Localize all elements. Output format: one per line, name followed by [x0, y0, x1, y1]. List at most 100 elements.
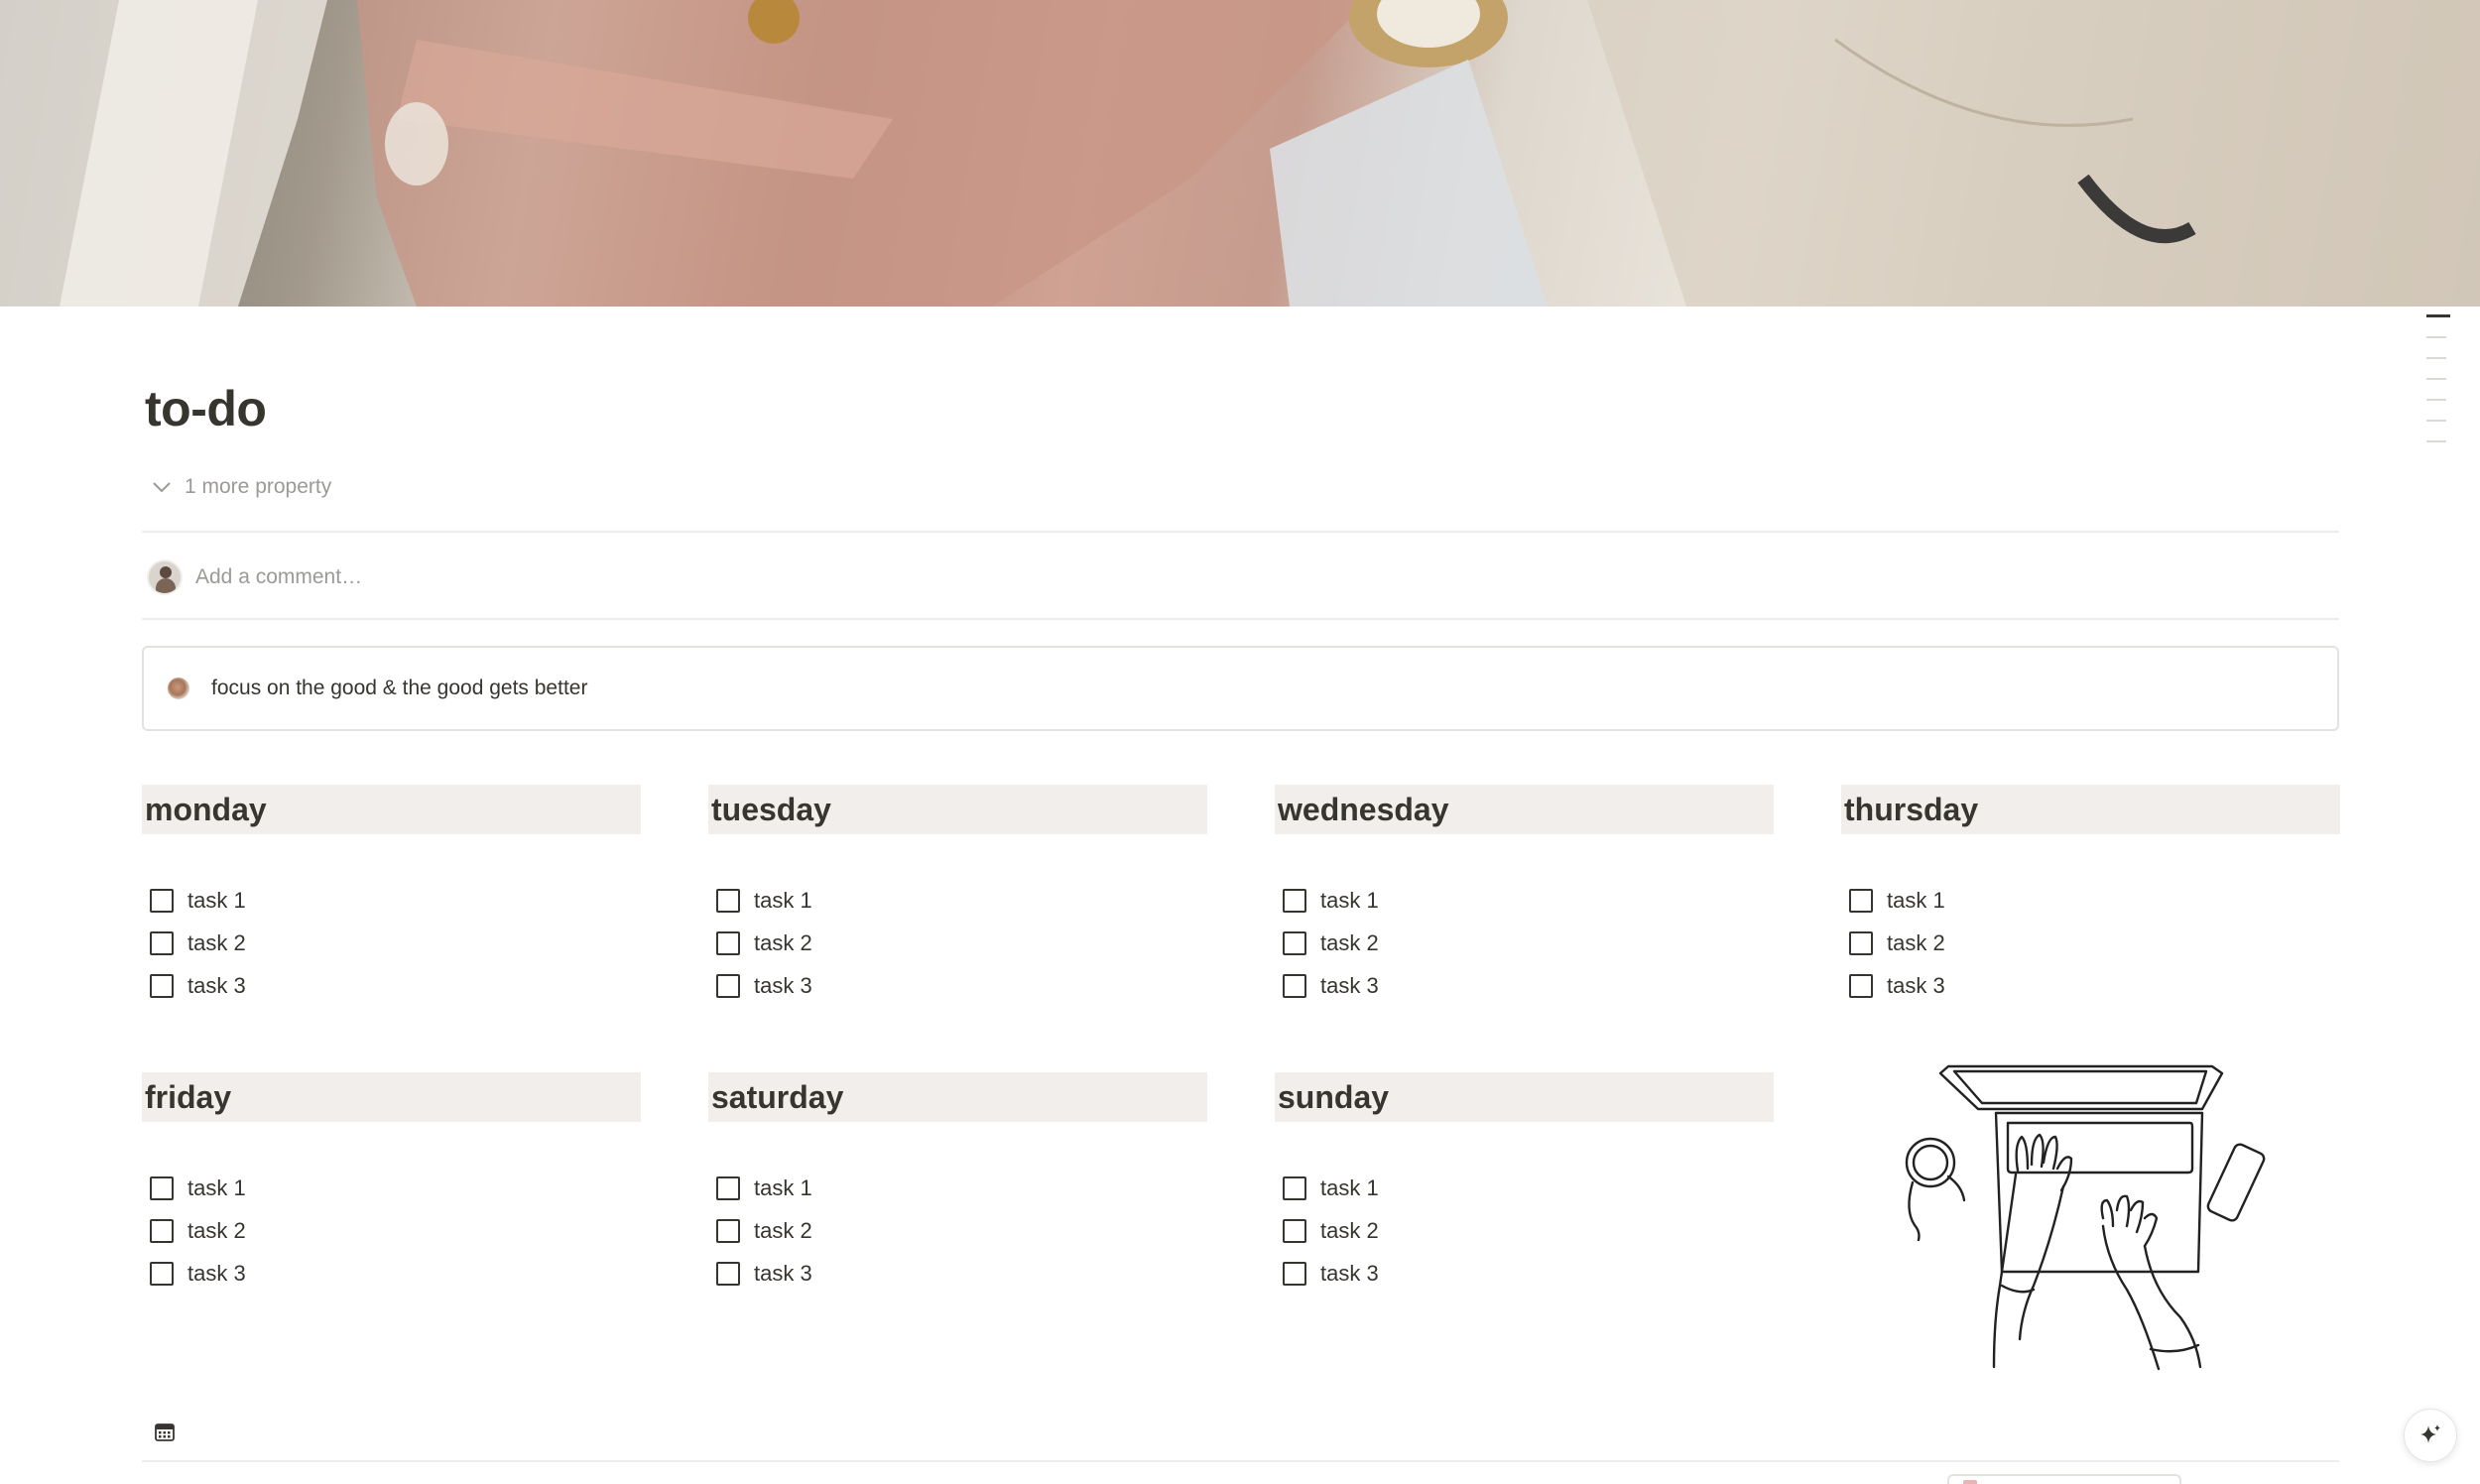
- more-property-toggle[interactable]: 1 more property: [149, 474, 331, 500]
- day-column-friday: friday task 1 task 2 task 3: [142, 1072, 641, 1295]
- day-heading[interactable]: monday: [142, 785, 641, 834]
- checkbox[interactable]: [1849, 888, 1873, 913]
- toc-dash[interactable]: [2426, 336, 2446, 338]
- checkbox[interactable]: [716, 1218, 740, 1243]
- page-title[interactable]: to-do: [145, 380, 267, 437]
- todo-item: task 1: [150, 879, 641, 922]
- todo-item: task 3: [1283, 964, 1774, 1007]
- checkbox[interactable]: [1283, 973, 1306, 998]
- day-column-sunday: sunday task 1 task 2 task 3: [1275, 1072, 1774, 1295]
- todo-item: task 2: [1283, 1209, 1774, 1252]
- calendar-event-card[interactable]: [1947, 1474, 2181, 1484]
- task-label[interactable]: task 2: [754, 1218, 812, 1244]
- todo-item: task 1: [1283, 879, 1774, 922]
- day-column-wednesday: wednesday task 1 task 2 task 3: [1275, 785, 1774, 1007]
- checkbox[interactable]: [1849, 930, 1873, 955]
- checkbox[interactable]: [150, 1218, 174, 1243]
- checkbox[interactable]: [150, 973, 174, 998]
- checkbox[interactable]: [150, 888, 174, 913]
- task-label[interactable]: task 2: [1320, 930, 1379, 956]
- task-label[interactable]: task 3: [1887, 973, 1945, 999]
- ai-assistant-button[interactable]: [2404, 1409, 2457, 1462]
- day-column-saturday: saturday task 1 task 2 task 3: [708, 1072, 1207, 1295]
- checkbox[interactable]: [1283, 1261, 1306, 1286]
- checkbox[interactable]: [716, 973, 740, 998]
- cover-image: [0, 0, 2480, 307]
- chevron-down-icon: [153, 482, 171, 493]
- task-list: task 1 task 2 task 3: [142, 879, 641, 1007]
- user-avatar: [147, 559, 183, 595]
- divider: [142, 618, 2339, 620]
- checkbox[interactable]: [716, 1175, 740, 1200]
- checkbox[interactable]: [1283, 1175, 1306, 1200]
- callout-text: focus on the good & the good gets better: [211, 677, 588, 699]
- task-label[interactable]: task 3: [187, 1261, 246, 1287]
- comment-row[interactable]: Add a comment…: [147, 559, 362, 595]
- task-label[interactable]: task 3: [1320, 1261, 1379, 1287]
- task-label[interactable]: task 1: [1320, 1175, 1379, 1201]
- divider: [142, 1460, 2339, 1462]
- todo-item: task 3: [150, 964, 641, 1007]
- callout-block[interactable]: focus on the good & the good gets better: [142, 646, 2339, 731]
- task-list: task 1 task 2 task 3: [142, 1167, 641, 1295]
- more-property-label: 1 more property: [185, 475, 332, 498]
- toc-dash[interactable]: [2426, 399, 2446, 401]
- task-label[interactable]: task 2: [1320, 1218, 1379, 1244]
- comment-input[interactable]: Add a comment…: [195, 565, 362, 589]
- toc-dash[interactable]: [2426, 357, 2446, 359]
- todo-item: task 1: [1849, 879, 2340, 922]
- day-heading[interactable]: friday: [142, 1072, 641, 1122]
- checkbox[interactable]: [1283, 930, 1306, 955]
- day-heading[interactable]: tuesday: [708, 785, 1207, 834]
- day-heading[interactable]: sunday: [1275, 1072, 1774, 1122]
- task-label[interactable]: task 2: [754, 930, 812, 956]
- day-column-thursday: thursday task 1 task 2 task 3: [1841, 785, 2340, 1007]
- checkbox[interactable]: [150, 1175, 174, 1200]
- divider: [142, 531, 2339, 533]
- task-label[interactable]: task 1: [1320, 888, 1379, 914]
- task-label[interactable]: task 2: [1887, 930, 1945, 956]
- task-label[interactable]: task 3: [754, 973, 812, 999]
- checkbox[interactable]: [150, 930, 174, 955]
- todo-item: task 3: [716, 964, 1207, 1007]
- todo-item: task 1: [1283, 1167, 1774, 1209]
- checkbox[interactable]: [1283, 1218, 1306, 1243]
- cover-photo-art: [0, 0, 2480, 307]
- day-heading[interactable]: saturday: [708, 1072, 1207, 1122]
- day-heading[interactable]: wednesday: [1275, 785, 1774, 834]
- task-list: task 1 task 2 task 3: [1275, 1167, 1774, 1295]
- todo-item: task 3: [1283, 1252, 1774, 1295]
- toc-dash[interactable]: [2426, 314, 2450, 317]
- task-label[interactable]: task 3: [1320, 973, 1379, 999]
- checkbox[interactable]: [716, 930, 740, 955]
- table-of-contents-minimap[interactable]: [2426, 314, 2450, 461]
- checkbox[interactable]: [150, 1261, 174, 1286]
- task-label[interactable]: task 3: [754, 1261, 812, 1287]
- task-label[interactable]: task 1: [1887, 888, 1945, 914]
- day-column-monday: monday task 1 task 2 task 3: [142, 785, 641, 1007]
- checkbox[interactable]: [1283, 888, 1306, 913]
- toc-dash[interactable]: [2426, 420, 2446, 422]
- task-label[interactable]: task 2: [187, 1218, 246, 1244]
- todo-item: task 3: [716, 1252, 1207, 1295]
- todo-item: task 3: [150, 1252, 641, 1295]
- task-label[interactable]: task 2: [187, 930, 246, 956]
- sparkle-icon: [2420, 1424, 2440, 1443]
- laptop-typing-illustration: [1905, 1064, 2266, 1371]
- todo-item: task 1: [716, 1167, 1207, 1209]
- task-label[interactable]: task 1: [754, 1175, 812, 1201]
- day-column-tuesday: tuesday task 1 task 2 task 3: [708, 785, 1207, 1007]
- calendar-icon[interactable]: [154, 1421, 176, 1442]
- todo-item: task 3: [1849, 964, 2340, 1007]
- task-label[interactable]: task 1: [187, 888, 246, 914]
- task-label[interactable]: task 3: [187, 973, 246, 999]
- todo-item: task 1: [150, 1167, 641, 1209]
- toc-dash[interactable]: [2426, 378, 2446, 380]
- checkbox[interactable]: [1849, 973, 1873, 998]
- checkbox[interactable]: [716, 1261, 740, 1286]
- task-label[interactable]: task 1: [187, 1175, 246, 1201]
- task-label[interactable]: task 1: [754, 888, 812, 914]
- toc-dash[interactable]: [2426, 440, 2446, 442]
- day-heading[interactable]: thursday: [1841, 785, 2340, 834]
- checkbox[interactable]: [716, 888, 740, 913]
